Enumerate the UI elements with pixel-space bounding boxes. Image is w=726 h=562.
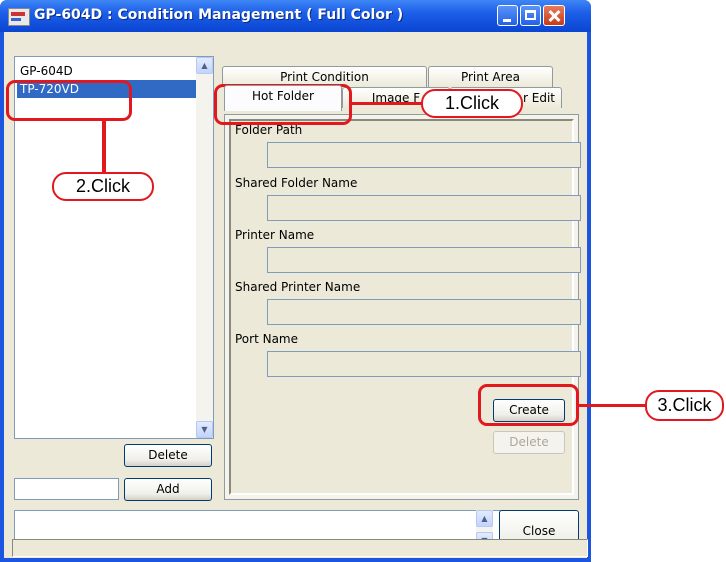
hot-folder-panel: Folder Path Shared Folder Name Printer N… (224, 114, 581, 500)
scroll-down-arrow-icon[interactable]: ▼ (196, 421, 213, 438)
minimize-button[interactable] (497, 5, 518, 26)
printer-name-field[interactable] (267, 247, 581, 273)
shared-folder-name-field[interactable] (267, 195, 581, 221)
shared-printer-name-label: Shared Printer Name (235, 280, 361, 294)
new-condition-name-input[interactable] (14, 478, 119, 500)
highlight-list-item (6, 80, 132, 121)
folder-path-field[interactable] (267, 142, 581, 168)
callout-step-2: 2.Click (52, 172, 154, 201)
shared-printer-name-field[interactable] (267, 299, 581, 325)
printer-name-label: Printer Name (235, 228, 315, 242)
callout-1-connector (352, 102, 422, 105)
hot-folder-group: Folder Path Shared Folder Name Printer N… (229, 119, 581, 495)
message-scroll-up-icon[interactable]: ▲ (476, 510, 493, 527)
window-title: GP-604D : Condition Management ( Full Co… (34, 7, 404, 23)
tab-hot-folder[interactable]: Hot Folder (224, 85, 342, 111)
app-icon (8, 8, 30, 26)
shared-folder-name-label: Shared Folder Name (235, 176, 358, 190)
status-bar (12, 539, 588, 557)
delete-hot-folder-button[interactable]: Delete (493, 431, 565, 454)
tab-strip: Print Condition Print Area Image F r Edi… (218, 59, 583, 119)
add-condition-button[interactable]: Add (124, 478, 212, 501)
list-item-gp-604d[interactable]: GP-604D (17, 62, 197, 80)
port-name-label: Port Name (235, 332, 299, 346)
port-name-field[interactable] (267, 351, 581, 377)
tab-print-area[interactable]: Print Area (428, 66, 553, 87)
close-window-button[interactable] (543, 5, 565, 26)
scroll-up-arrow-icon[interactable]: ▲ (196, 57, 213, 74)
maximize-button[interactable] (520, 5, 541, 26)
folder-path-label: Folder Path (235, 123, 303, 137)
callout-3-connector (579, 404, 646, 407)
callout-2-connector (102, 121, 106, 174)
callout-step-3: 3.Click (645, 390, 724, 421)
list-scrollbar[interactable]: ▲ ▼ (196, 57, 213, 438)
delete-condition-button[interactable]: Delete (124, 444, 212, 467)
title-bar[interactable]: GP-604D : Condition Management ( Full Co… (0, 0, 591, 32)
callout-step-1: 1.Click (421, 89, 523, 118)
highlight-create-button (478, 384, 579, 426)
